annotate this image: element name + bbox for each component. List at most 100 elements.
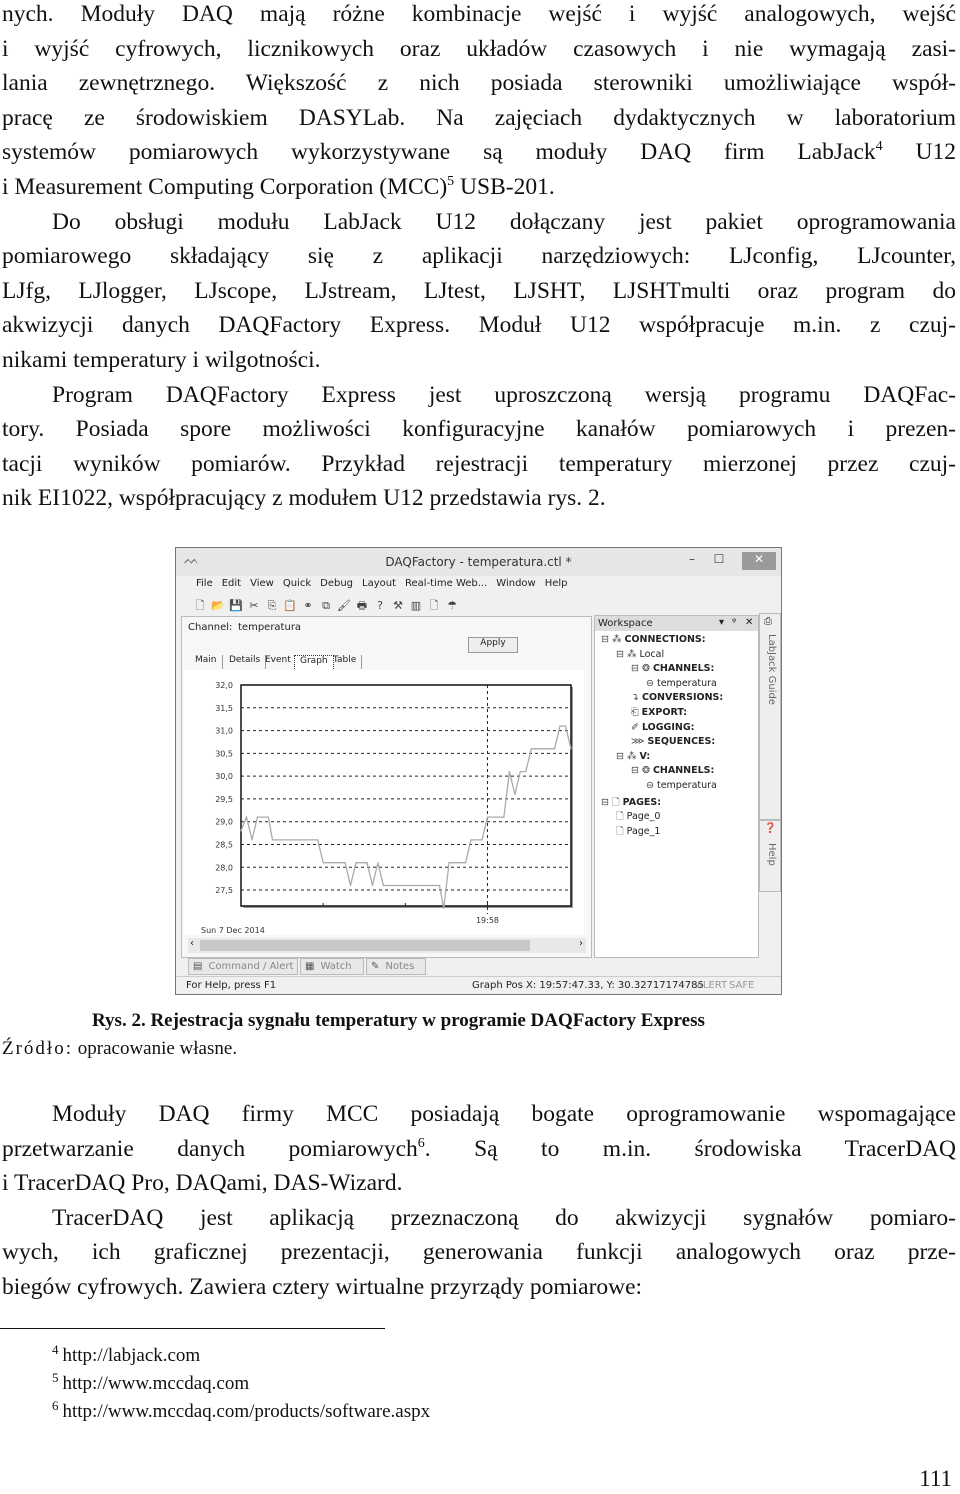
pin-icon[interactable]: ᵠ (732, 617, 736, 628)
workspace-header: Workspace ▾ ᵠ ✕ (595, 616, 758, 631)
menu-item-help[interactable]: Help (545, 578, 568, 589)
text-segment: U12 (882, 139, 956, 166)
dropdown-icon[interactable]: ▾ (719, 617, 724, 628)
cut-icon[interactable]: ✂ (246, 599, 262, 612)
text-line: pracę ze środowiskiem DASYLab. Na zajęci… (2, 101, 956, 136)
text-segment: . Są to m.in. środowiska TracerDAQ (424, 1135, 957, 1162)
text-line: nik EI1022, współpracujący z modułem U12… (2, 481, 956, 516)
tree-item-label: CHANNELS: (652, 663, 715, 675)
bottom-tab-watch[interactable]: ▦ Watch (300, 958, 364, 975)
menu-item-layout[interactable]: Layout (362, 578, 396, 589)
tab-table[interactable]: Table (328, 655, 363, 669)
copy-icon[interactable]: ⎘ (264, 599, 280, 613)
data-point (349, 884, 352, 887)
open-icon[interactable]: 📂 (210, 599, 226, 612)
text-line: i wyjść cyfrowych, licznikowych oraz ukł… (2, 32, 956, 67)
bottom-tab-commandalert[interactable]: ▤ Command / Alert (188, 958, 298, 975)
data-point (530, 748, 532, 750)
text-line: tory. Posiada spore możliwości konfigura… (2, 412, 956, 447)
tree-item[interactable]: ⊟ ⁂ CONNECTIONS: (601, 634, 706, 645)
help-icon[interactable]: ? (372, 599, 388, 612)
menu-item-debug[interactable]: Debug (320, 578, 353, 589)
brush-icon[interactable]: 🖌 (336, 599, 352, 612)
tree-item[interactable]: ⊟ ❂ CHANNELS: (631, 765, 714, 776)
channels-icon: ⊟ ❂ (631, 663, 650, 675)
tree-item[interactable]: ⊖ temperatura (646, 780, 717, 791)
menu-item-file[interactable]: File (196, 578, 213, 589)
logging-icon: ✐ (631, 721, 639, 733)
footnote: 4 http://labjack.com (52, 1343, 201, 1367)
tree-item[interactable]: ↴ CONVERSIONS: (631, 692, 723, 703)
watch-icon: ▦ (305, 961, 315, 972)
minimize-button[interactable]: – (679, 552, 705, 570)
text-line: akwizycji danych DAQFactory Express. Mod… (2, 308, 956, 343)
tree-item[interactable]: ⊟ ❂ CHANNELS: (631, 663, 714, 674)
side-tab-help[interactable]: ❓ Help (759, 820, 781, 892)
tree-item[interactable]: ⊖ temperatura (646, 678, 717, 689)
y-tick-label: 29,0 (215, 818, 233, 827)
footnote-ref[interactable]: 4 (876, 139, 883, 154)
text-line: i TracerDAQ Pro, DAQami, DAS-Wizard. (2, 1166, 956, 1201)
text-segment: przetwarzanie danych pomiarowych (2, 1135, 418, 1162)
link-icon[interactable]: ⚭ (300, 599, 316, 612)
tab-main[interactable]: Main (190, 655, 223, 669)
horizontal-scrollbar[interactable]: ‹ › (188, 938, 586, 953)
side-tab-label: Help (766, 843, 777, 866)
close-button[interactable]: ✕ (742, 552, 776, 570)
duplicate-icon[interactable]: ⧉ (318, 599, 334, 613)
save-icon[interactable]: 💾 (228, 599, 244, 612)
y-tick-label: 28,5 (215, 840, 233, 849)
tab-event[interactable]: Event (260, 655, 297, 669)
footnote-ref[interactable]: 6 (418, 1136, 425, 1151)
tree-item[interactable]: ⊟ ⁂ V: (616, 751, 650, 762)
data-point (559, 725, 561, 727)
new-icon[interactable]: 🗋 (192, 597, 208, 616)
data-point (256, 816, 259, 818)
menu-item-view[interactable]: View (250, 578, 274, 589)
scrollbar-thumb[interactable] (200, 940, 530, 951)
tree-item[interactable]: ✐ LOGGING: (631, 722, 694, 733)
text-segment: tory. Posiada spore możliwości konfigura… (2, 416, 956, 443)
temperature-chart: 32,0 31,5 31,0 30,5 30,0 29,5 29,0 28,5 28,0 27,5… (201, 681, 573, 935)
maximize-button[interactable]: ☐ (706, 552, 732, 570)
page-icon[interactable]: 🗋 (426, 597, 442, 616)
scroll-right-icon[interactable]: › (579, 938, 583, 949)
scroll-left-icon[interactable]: ‹ (190, 938, 194, 949)
daq-icon[interactable]: ☂ (444, 599, 460, 612)
y-tick-label: 30,0 (215, 772, 233, 781)
footnote-link[interactable]: http://www.mccdaq.com (63, 1373, 250, 1394)
footnote-link[interactable]: http://www.mccdaq.com/products/software.… (63, 1401, 431, 1422)
paste-icon[interactable]: 📋 (282, 599, 298, 612)
data-point (251, 839, 253, 841)
text-line: systemów pomiarowych wykorzystywane są m… (2, 135, 956, 170)
text-segment: nych. Moduły DAQ mają różne kombinacje w… (2, 1, 956, 27)
menu-item-edit[interactable]: Edit (222, 578, 241, 589)
data-point (355, 862, 357, 864)
tree-item[interactable]: ⊟ 🗋 PAGES: (601, 795, 661, 811)
bottom-tab-notes[interactable]: ✎ Notes (366, 958, 426, 975)
tree-item-label: Page_1 (626, 825, 661, 837)
close-icon[interactable]: ✕ (745, 617, 753, 628)
bottom-tab-label: Watch (320, 961, 352, 972)
menu-item-window[interactable]: Window (496, 578, 535, 589)
tools-icon[interactable]: ⚒ (390, 599, 406, 612)
tree-item[interactable]: ⋙ SEQUENCES: (631, 736, 715, 747)
page-icon: 🗋 (616, 825, 624, 837)
x-tick-label: 19:58 (476, 916, 499, 925)
tree-item[interactable]: 🗋 Page_1 (616, 824, 660, 840)
menu-item-realtimeweb[interactable]: Real-time Web... (405, 578, 487, 589)
chart-icon[interactable]: ▥ (408, 599, 424, 612)
footnote-link[interactable]: http://labjack.com (63, 1345, 201, 1366)
tree-item[interactable]: ⊟ ⁂ Local (616, 649, 664, 660)
apply-button[interactable]: Apply (468, 637, 518, 653)
export-icon: ⎗ (631, 707, 639, 718)
menu-item-quick[interactable]: Quick (283, 578, 311, 589)
side-tab-labjack-guide[interactable]: ⎙ LabJack Guide (759, 613, 781, 820)
data-point (371, 884, 374, 887)
tree-item[interactable]: 🗋 Page_0 (616, 809, 660, 825)
data-point (503, 816, 505, 818)
print-icon[interactable]: 🖶 (354, 597, 370, 616)
body-text-top: nych. Moduły DAQ mają różne kombinacje w… (2, 0, 956, 516)
tree-item[interactable]: ⎗ EXPORT: (631, 707, 687, 718)
help-icon: ❓ (764, 823, 777, 834)
